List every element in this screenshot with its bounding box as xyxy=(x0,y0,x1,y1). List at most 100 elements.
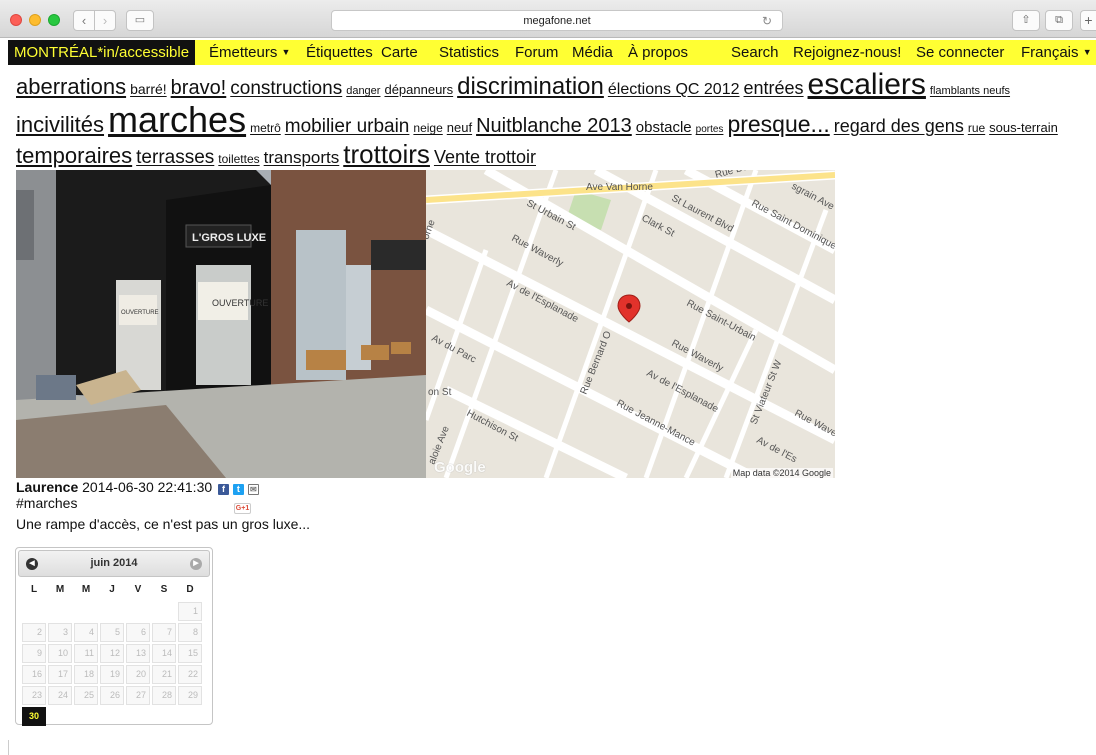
tag-link[interactable]: Vente trottoir xyxy=(434,147,536,167)
zoom-window-icon[interactable] xyxy=(48,14,60,26)
tag-link[interactable]: presque... xyxy=(727,111,829,137)
back-button[interactable]: ‹ xyxy=(73,10,95,31)
tag-link[interactable]: dépanneurs xyxy=(384,82,453,97)
tag-link[interactable]: Nuitblanche 2013 xyxy=(476,115,632,137)
calendar-day: 6 xyxy=(126,623,150,642)
nav-emetteurs[interactable]: Émetteurs ▼ xyxy=(209,40,290,65)
calendar-header: ◀ juin 2014 ▶ xyxy=(18,550,210,577)
nav-search[interactable]: Search xyxy=(731,40,779,65)
nav-etiquettes[interactable]: Étiquettes xyxy=(306,40,373,65)
circle-arrow-right-icon[interactable]: ▶ xyxy=(190,558,202,570)
calendar-day: 12 xyxy=(100,644,124,663)
calendar-day: 29 xyxy=(178,686,202,705)
new-tab-button[interactable]: + xyxy=(1080,10,1096,31)
calendar-day: 21 xyxy=(152,665,176,684)
nav-media[interactable]: Média xyxy=(572,40,613,65)
tag-link[interactable]: terrasses xyxy=(136,147,214,168)
calendar-weekday-header: D xyxy=(186,584,194,595)
twitter-share-icon[interactable]: t xyxy=(232,484,244,495)
reload-icon[interactable]: ↻ xyxy=(762,11,772,31)
google-plus-button[interactable]: G+1 xyxy=(234,503,251,514)
calendar-weekday-header: L xyxy=(30,584,38,595)
tab-overview-button[interactable]: ⧉ xyxy=(1045,10,1073,31)
post-timestamp: 2014-06-30 22:41:30 xyxy=(82,479,213,495)
tag-link[interactable]: bravo! xyxy=(171,77,227,99)
post-photo[interactable]: OUVERTURE OUVERTURE L'GROS LUXE xyxy=(16,170,426,478)
tag-link[interactable]: flamblants neufs xyxy=(930,85,1010,97)
calendar-day: 7 xyxy=(152,623,176,642)
nav-a-propos[interactable]: À propos xyxy=(628,40,688,65)
tag-link[interactable]: escaliers xyxy=(808,68,926,101)
calendar-day: 2 xyxy=(22,623,46,642)
url-text: megafone.net xyxy=(523,15,591,27)
address-bar[interactable]: megafone.net ↻ xyxy=(331,10,783,31)
tag-link[interactable]: mobilier urbain xyxy=(285,116,410,137)
site-navbar: MONTRÉAL*in/accessible Émetteurs ▼ Étiqu… xyxy=(8,40,1096,65)
nav-language-label: Français xyxy=(1021,44,1079,61)
close-window-icon[interactable] xyxy=(10,14,22,26)
tag-link[interactable]: toilettes xyxy=(218,152,259,166)
post-description: Une rampe d'accès, ce n'est pas un gros … xyxy=(16,516,311,532)
tag-link[interactable]: danger xyxy=(346,85,380,97)
nav-forum[interactable]: Forum xyxy=(515,40,558,65)
share-icon: ⇧ xyxy=(1021,14,1031,26)
forward-button[interactable]: › xyxy=(94,10,116,31)
tag-link[interactable]: constructions xyxy=(230,78,342,99)
caret-down-icon: ▼ xyxy=(1082,47,1092,57)
nav-se-connecter[interactable]: Se connecter xyxy=(916,40,1004,65)
tag-link[interactable]: marches xyxy=(108,99,246,140)
calendar-day: 3 xyxy=(48,623,72,642)
tag-link[interactable]: metrô xyxy=(250,121,281,135)
tag-link[interactable]: aberrations xyxy=(16,74,126,99)
tag-link[interactable]: temporaires xyxy=(16,143,132,168)
tag-link[interactable]: incivilités xyxy=(16,112,104,137)
nav-carte[interactable]: Carte xyxy=(381,40,418,65)
calendar-day: 20 xyxy=(126,665,150,684)
date-picker-calendar: ◀ juin 2014 ▶ L M M J V S D 1 2 3 4 5 6 7 8 9 10 11 12 13 14… xyxy=(15,547,213,726)
tag-link[interactable]: neuf xyxy=(447,120,472,135)
sidebar-toggle-button[interactable]: ▭ xyxy=(126,10,154,31)
plus-icon: + xyxy=(1084,12,1093,28)
share-button[interactable]: ⇧ xyxy=(1012,10,1040,31)
post-tag-link[interactable]: #marches xyxy=(16,495,77,511)
minimize-window-icon[interactable] xyxy=(29,14,41,26)
calendar-day: 26 xyxy=(100,686,124,705)
location-map[interactable]: Ave Van Horne Rue Bernard St Urbain St S… xyxy=(426,170,835,478)
tag-link[interactable]: transports xyxy=(264,148,340,167)
calendar-day: 25 xyxy=(74,686,98,705)
calendar-day: 19 xyxy=(100,665,124,684)
calendar-day: 8 xyxy=(178,623,202,642)
calendar-day-active[interactable]: 30 xyxy=(22,707,46,726)
calendar-day: 18 xyxy=(74,665,98,684)
tag-link[interactable]: rue xyxy=(968,121,985,135)
poster-text: OUVERTURE xyxy=(212,298,268,308)
tag-link[interactable]: regard des gens xyxy=(834,116,964,136)
tag-link[interactable]: entrées xyxy=(744,78,804,98)
post-author-link[interactable]: Laurence xyxy=(16,479,78,495)
chevron-left-icon: ‹ xyxy=(81,13,87,28)
circle-arrow-left-icon[interactable]: ◀ xyxy=(26,558,38,570)
tag-cloud-row: incivilités marches metrô mobilier urbain ne… xyxy=(16,99,1096,140)
nav-statistics[interactable]: Statistics xyxy=(439,40,499,65)
tag-link[interactable]: barré! xyxy=(130,81,167,97)
tag-link[interactable]: sous-terrain xyxy=(989,120,1058,135)
nav-rejoignez-nous[interactable]: Rejoignez-nous! xyxy=(793,40,901,65)
tag-link[interactable]: obstacle xyxy=(636,119,692,136)
page-edge-divider xyxy=(8,740,9,755)
browser-toolbar: ‹ › ▭ megafone.net ↻ ⇧ ⧉ + xyxy=(0,0,1096,38)
email-share-icon[interactable]: ✉ xyxy=(247,484,259,495)
tag-link[interactable]: trottoirs xyxy=(343,139,430,169)
tag-link[interactable]: discrimination xyxy=(457,73,604,100)
nav-language[interactable]: Français ▼ xyxy=(1021,40,1092,65)
calendar-day: 28 xyxy=(152,686,176,705)
calendar-weekday-header: M xyxy=(81,584,91,595)
tag-link[interactable]: portes xyxy=(696,124,724,135)
tag-link[interactable]: élections QC 2012 xyxy=(608,81,740,98)
tag-link[interactable]: neige xyxy=(413,121,442,135)
tag-cloud-row: temporaires terrasses toilettes transports t… xyxy=(16,137,1096,172)
facebook-share-icon[interactable]: f xyxy=(218,484,230,495)
poster-text-small: OUVERTURE xyxy=(121,310,159,316)
site-brand-link[interactable]: MONTRÉAL*in/accessible xyxy=(8,40,196,65)
google-logo: Google xyxy=(434,459,486,476)
calendar-day: 23 xyxy=(22,686,46,705)
